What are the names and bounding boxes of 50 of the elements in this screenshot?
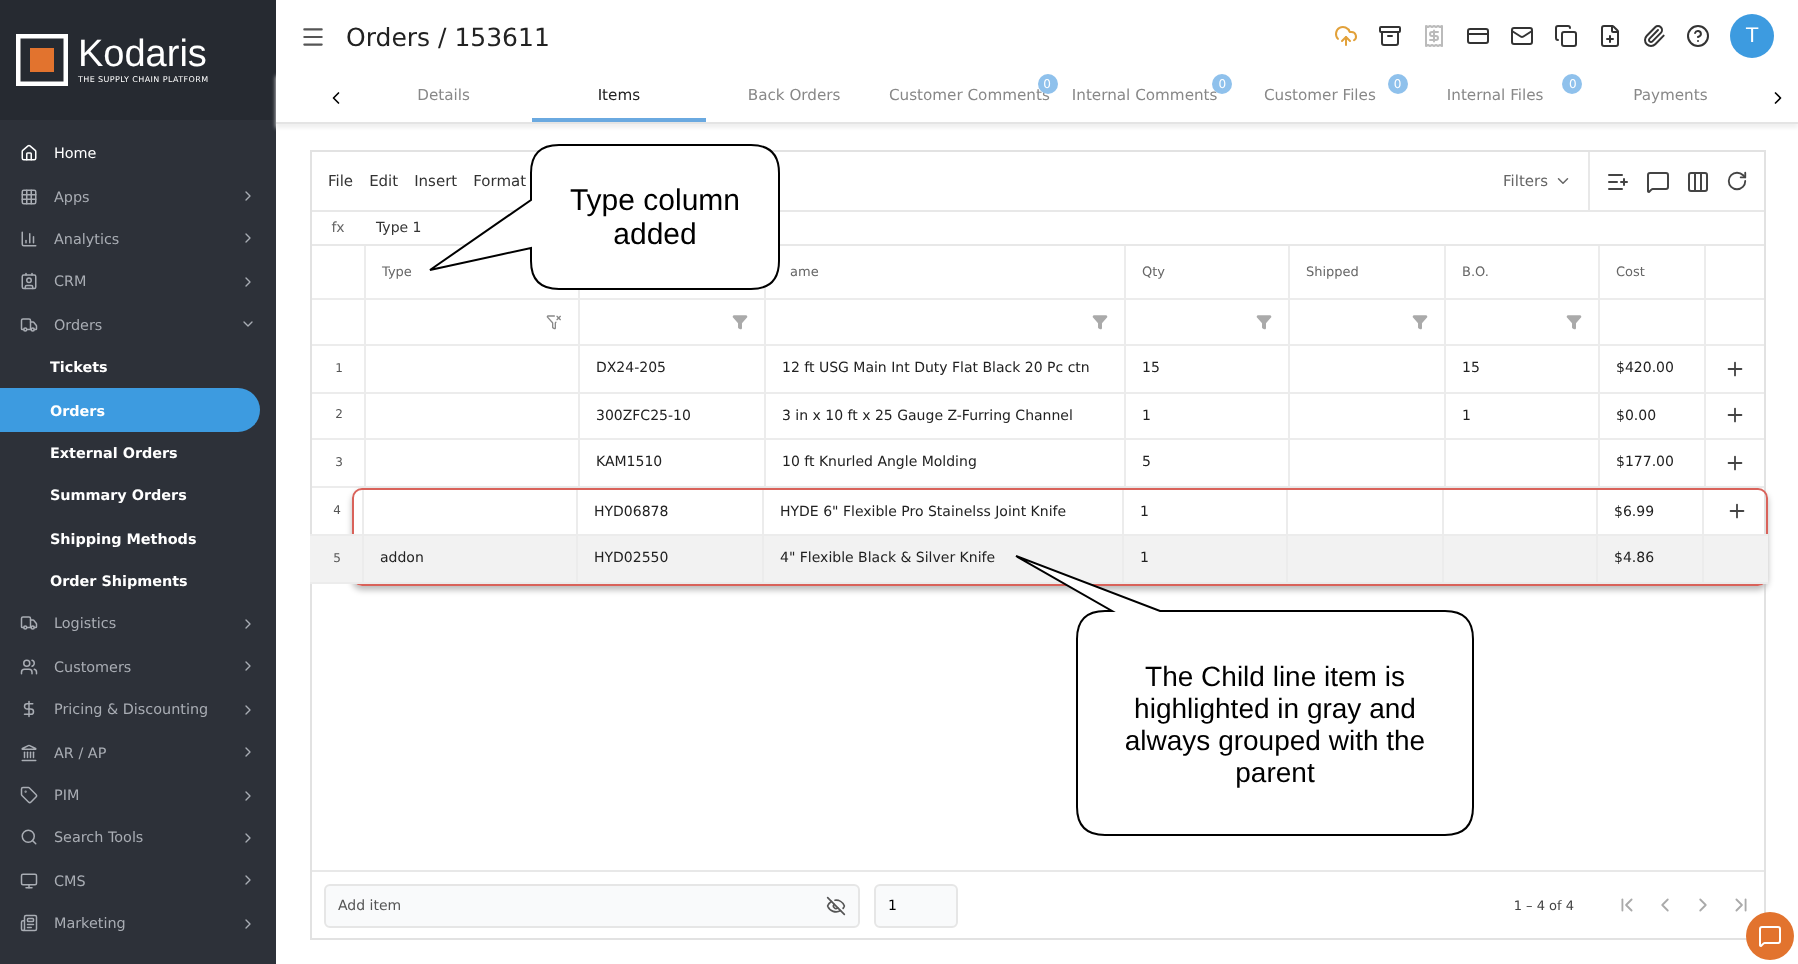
chevron-right-icon [240, 273, 256, 290]
chevron-right-icon [240, 915, 256, 932]
chevron-right-icon [240, 188, 256, 205]
nav-icon [20, 229, 38, 248]
add-row-icon[interactable] [1606, 169, 1630, 193]
add-icon[interactable] [1725, 500, 1747, 523]
chevron-right-icon [240, 872, 256, 889]
page-title: Orders / 153611 [346, 21, 552, 51]
chevron-right-icon [240, 615, 256, 632]
help-icon[interactable] [1686, 24, 1710, 48]
nav-icon [20, 700, 38, 719]
filter-off-icon[interactable] [546, 314, 562, 330]
nav-icon [20, 786, 38, 805]
chevron-right-icon [240, 744, 256, 761]
chat-bot-icon[interactable] [1746, 912, 1794, 960]
brand-name: Kodaris [78, 36, 209, 74]
nav-icon [20, 272, 38, 291]
nav-icon [20, 187, 38, 206]
nav-icon [20, 914, 38, 933]
menu-icon[interactable] [300, 23, 326, 49]
nav-icon [20, 871, 38, 890]
nav-icon [20, 828, 38, 847]
mail-icon[interactable] [1510, 24, 1534, 48]
add-icon[interactable] [1724, 357, 1746, 380]
nav-icon [20, 315, 38, 334]
comment-icon[interactable] [1646, 169, 1670, 193]
paperclip-icon[interactable] [1642, 24, 1666, 48]
add-icon[interactable] [1724, 404, 1746, 427]
chevron-right-icon [240, 787, 256, 804]
credit-card-icon[interactable] [1466, 24, 1490, 48]
add-icon[interactable] [1724, 451, 1746, 474]
visibility-off-icon[interactable] [826, 895, 846, 915]
chevron-right-icon [240, 230, 256, 247]
nav-icon [20, 614, 38, 633]
callout-text: The Child line item is highlighted in gray and always grouped with the parent [1122, 659, 1428, 787]
chevron-right-icon [240, 701, 256, 718]
chevron-right-icon [240, 658, 256, 675]
file-plus-icon[interactable] [1598, 24, 1622, 48]
callout-text: Type column added [567, 183, 743, 251]
copy-icon[interactable] [1554, 24, 1578, 48]
columns-icon[interactable] [1686, 169, 1710, 193]
avatar[interactable]: T [1730, 14, 1774, 58]
archive-icon[interactable] [1378, 24, 1402, 48]
nav-icon [20, 657, 38, 676]
refresh-icon[interactable] [1726, 170, 1748, 192]
logo-icon [16, 34, 68, 86]
nav-icon [20, 144, 38, 163]
chevron-right-icon [240, 829, 256, 846]
nav-icon [20, 743, 38, 762]
chevron-down-icon [1554, 172, 1572, 190]
